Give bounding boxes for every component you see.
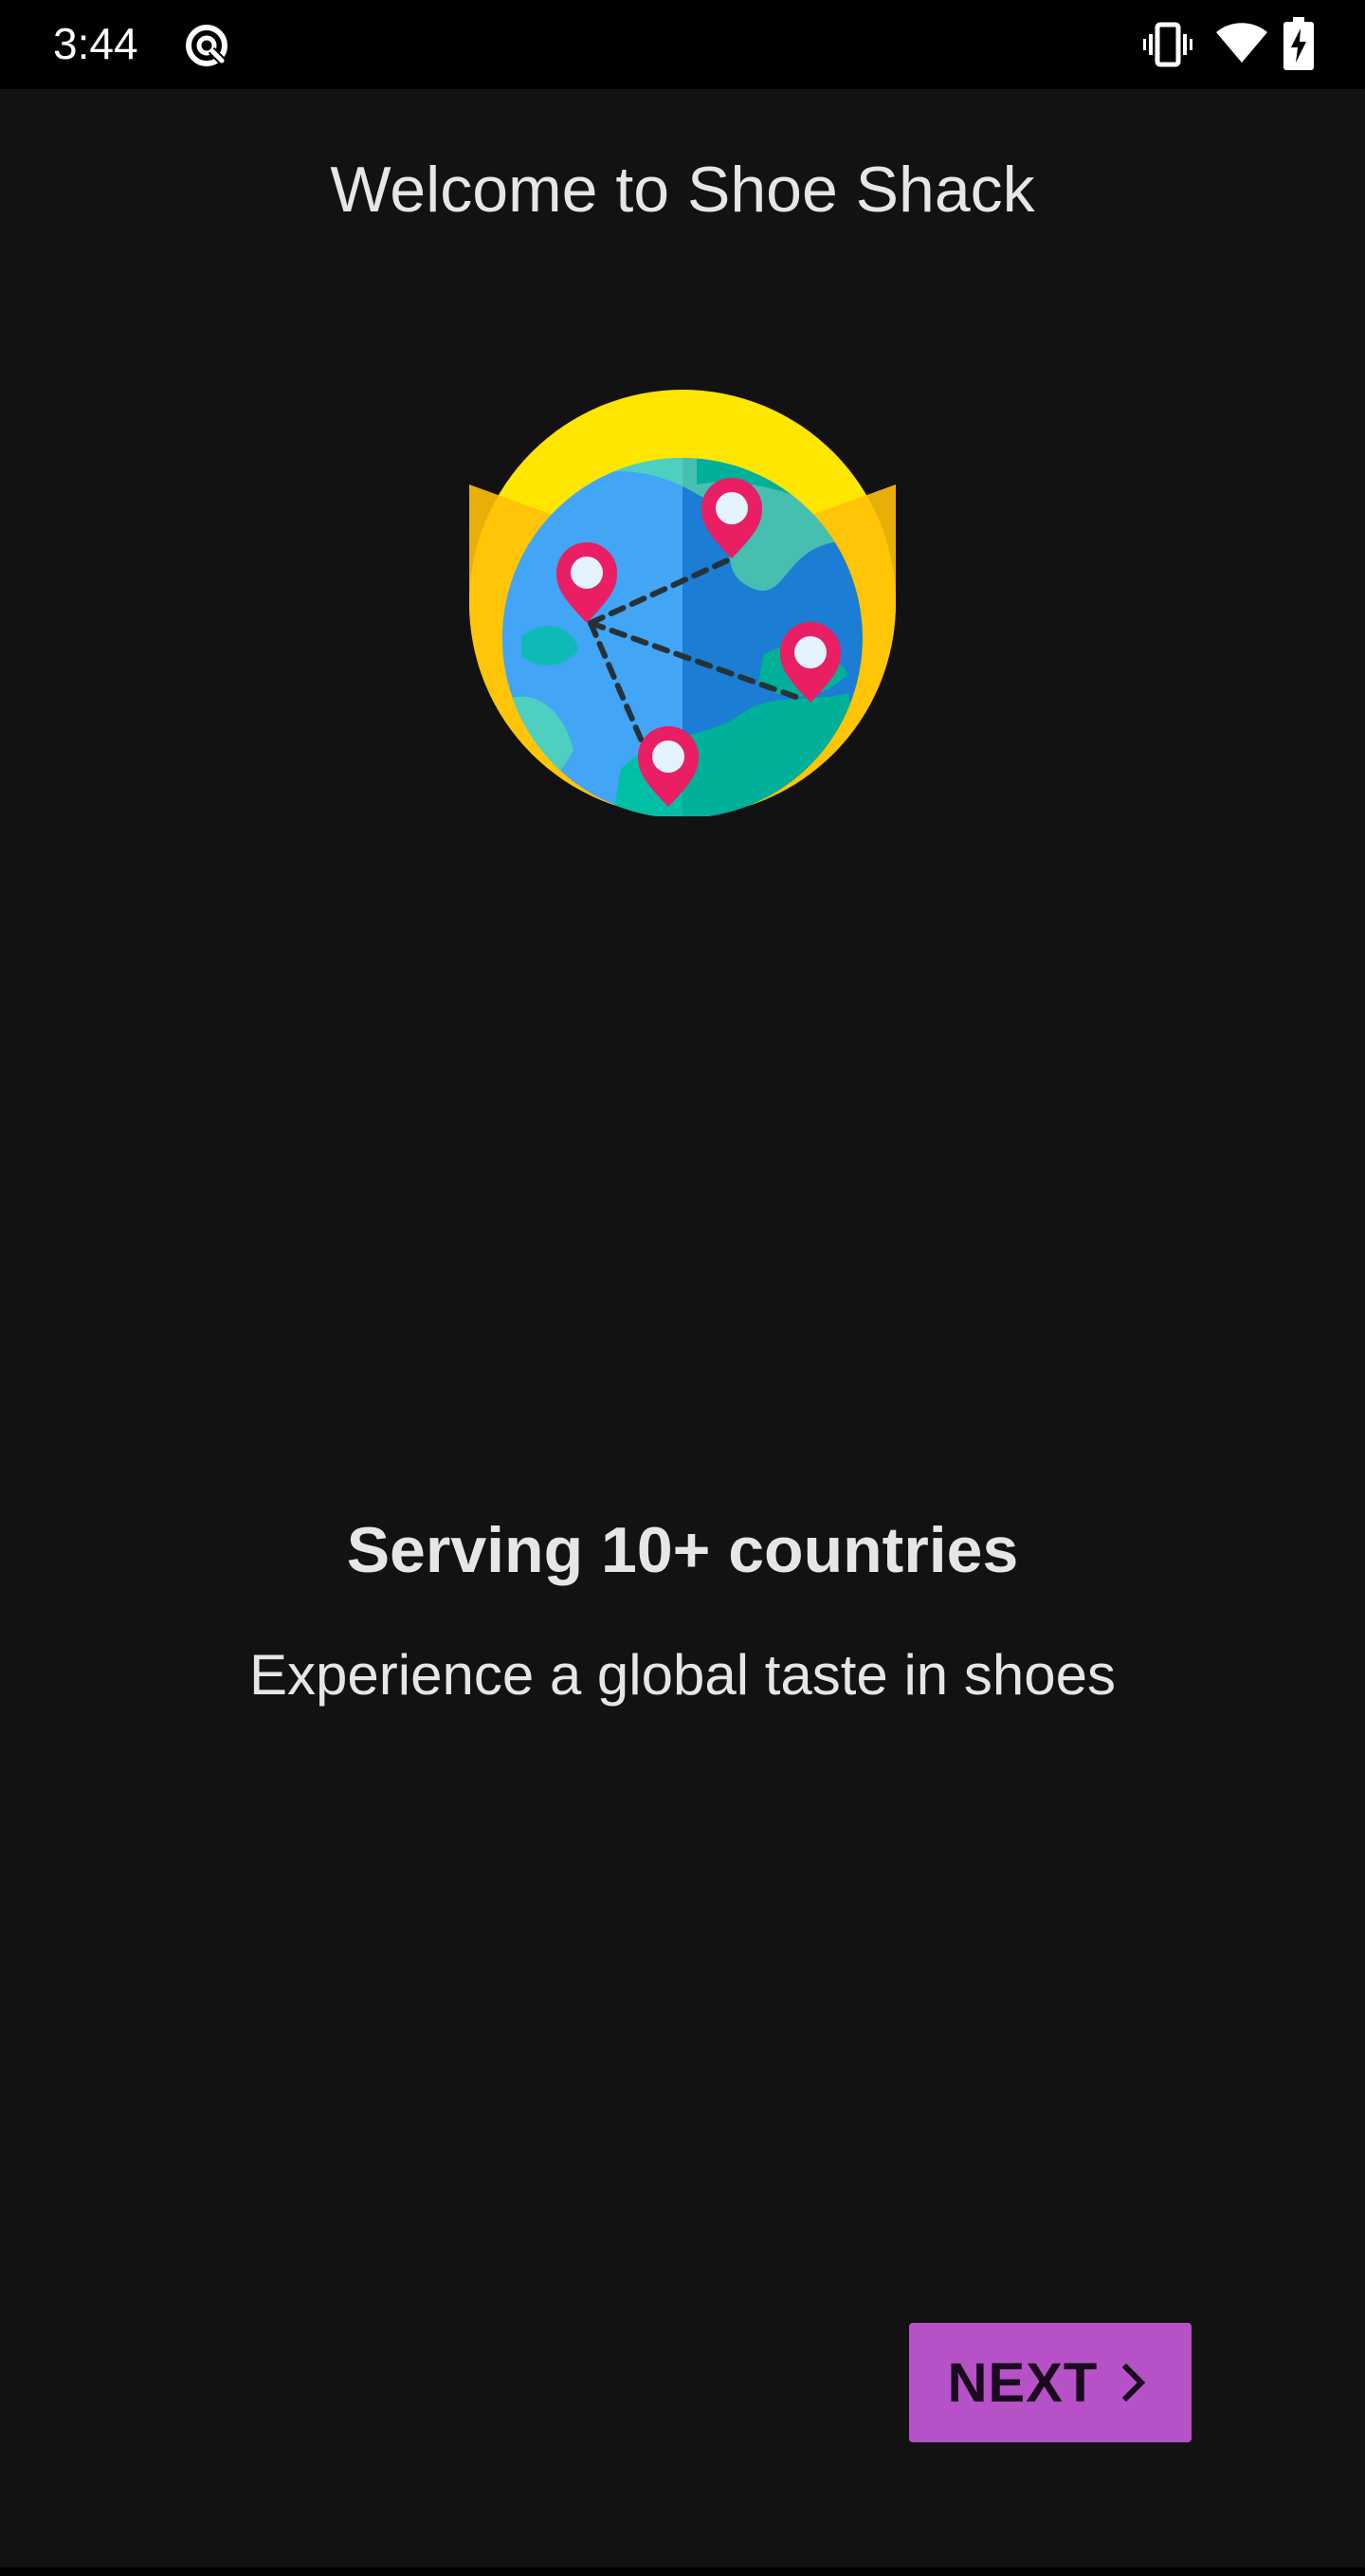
globe-with-map-pins-icon [469, 390, 896, 816]
subtitle: Experience a global taste in shoes [249, 1643, 1116, 1707]
status-time: 3:44 [53, 19, 138, 68]
battery-charging-icon [1283, 17, 1314, 70]
chevron-right-icon [1122, 2364, 1146, 2402]
headline: Serving 10+ countries [346, 1514, 1019, 1586]
data-saver-icon [186, 25, 229, 68]
next-button[interactable]: NEXT [909, 2323, 1192, 2442]
next-button-label: NEXT [947, 2351, 1099, 2414]
vibrate-icon [1143, 22, 1192, 67]
wifi-icon [1216, 23, 1267, 63]
navigation-bar [0, 2567, 1365, 2576]
status-bar: 3:44 [0, 0, 1365, 89]
page-title: Welcome to Shoe Shack [330, 154, 1035, 226]
